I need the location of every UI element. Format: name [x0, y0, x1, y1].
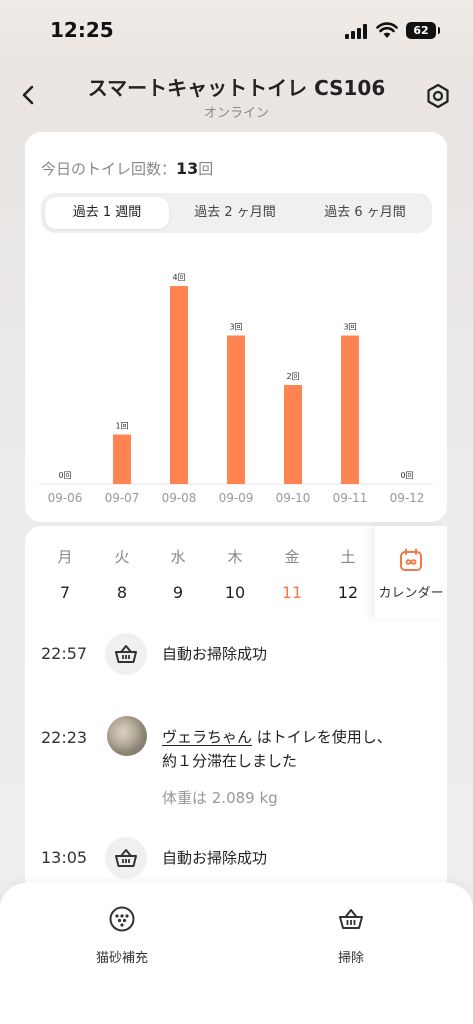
cat-name-link[interactable]: ヴェラちゃん [162, 728, 252, 746]
clean-label: 掃除 [337, 951, 364, 966]
tab-past-6-months[interactable]: 過去 6 ヶ月間 [302, 197, 428, 229]
log-text-line2: 約１分滞在しました [162, 752, 298, 770]
day-name: 火 [114, 548, 130, 566]
day-name: 水 [170, 548, 186, 566]
bar-data-label: 1回 [115, 422, 128, 431]
log-text: ヴェラちゃん はトイレを使用し、 約１分滞在しました [162, 725, 432, 773]
day-number: 12 [337, 583, 359, 602]
day-name: 月 [57, 548, 73, 566]
day-name: 土 [340, 548, 356, 566]
log-time: 22:57 [41, 644, 88, 663]
log-text: 自動お掃除成功 [162, 645, 268, 663]
chart-bar[interactable] [284, 385, 302, 484]
basket-icon [105, 633, 147, 675]
usage-bar-chart: 0回 09-06 1回 09-07 4回 09-08 3回 09-09 2回 09-10 3回 09-… [39, 273, 433, 505]
bar-data-label: 4回 [172, 273, 185, 282]
x-tick-label: 09-06 [48, 491, 83, 505]
x-tick-label: 09-12 [390, 491, 425, 505]
refill-litter-button[interactable]: 猫砂補充 [82, 905, 162, 966]
day-name: 金 [284, 548, 300, 566]
chart-bar[interactable] [170, 286, 188, 484]
day-sat[interactable]: 土 12 [328, 546, 368, 602]
chart-bar[interactable] [113, 434, 131, 485]
litter-refill-icon [109, 906, 135, 932]
x-tick-label: 09-08 [162, 491, 197, 505]
log-time: 22:23 [41, 728, 88, 747]
bar-data-label: 3回 [343, 323, 356, 332]
day-number: 7 [59, 583, 71, 602]
activity-card: 月 7 火 8 水 9 木 10 金 11 土 12 カレンダー 22:57 自… [25, 526, 447, 886]
today-count: 今日のトイレ回数：13回 [41, 158, 213, 179]
today-count-unit: 回 [198, 160, 214, 178]
nav-bar: スマートキャットトイレ CS106 オンライン [0, 62, 473, 126]
log-time: 13:05 [41, 848, 88, 867]
tab-past-2-months[interactable]: 過去 2 ヶ月間 [171, 197, 299, 229]
day-fri[interactable]: 金 11 [272, 546, 312, 602]
status-bar: 12:25 62 [0, 0, 473, 60]
day-tue[interactable]: 火 8 [102, 546, 142, 602]
x-tick-label: 09-11 [333, 491, 368, 505]
day-number: 9 [172, 583, 184, 602]
day-number-today: 11 [281, 583, 303, 602]
bottom-action-bar: 猫砂補充 掃除 [0, 883, 473, 1024]
cellular-signal-icon [345, 24, 369, 39]
tab-past-1-week[interactable]: 過去 1 週間 [45, 197, 169, 229]
today-count-label: 今日のトイレ回数： [41, 160, 177, 178]
battery-icon: 62 [406, 22, 440, 39]
day-thu[interactable]: 木 10 [215, 546, 255, 602]
day-mon[interactable]: 月 7 [45, 546, 85, 602]
calendar-label: カレンダー [378, 586, 444, 601]
bar-data-label: 3回 [229, 323, 242, 332]
day-number: 8 [116, 583, 128, 602]
chart-bar[interactable] [227, 335, 245, 485]
x-tick-label: 09-07 [105, 491, 140, 505]
log-text: 自動お掃除成功 [162, 849, 268, 867]
calendar-icon [400, 548, 422, 571]
day-wed[interactable]: 水 9 [158, 546, 198, 602]
log-text-tail: はトイレを使用し、 [252, 728, 392, 746]
x-tick-label: 09-10 [276, 491, 311, 505]
status-time: 12:25 [50, 18, 114, 42]
clean-button[interactable]: 掃除 [311, 905, 391, 966]
basket-icon [339, 909, 363, 929]
day-name: 木 [227, 548, 243, 566]
wifi-icon [376, 22, 398, 38]
bar-data-label: 2回 [286, 372, 299, 381]
today-count-value: 13 [176, 159, 199, 178]
cat-avatar[interactable] [107, 716, 147, 756]
day-number: 10 [224, 583, 246, 602]
cat-weight: 体重は 2.089 kg [162, 789, 278, 807]
bar-data-label: 0回 [400, 471, 413, 480]
settings-button[interactable] [424, 82, 452, 110]
bar-data-label: 0回 [58, 471, 71, 480]
refill-litter-label: 猫砂補充 [95, 951, 148, 966]
calendar-button[interactable]: カレンダー [375, 526, 447, 618]
basket-icon [105, 837, 147, 879]
page-title: スマートキャットトイレ CS106 [87, 76, 386, 100]
chart-bar[interactable] [341, 335, 359, 485]
device-status: オンライン [203, 106, 269, 121]
x-tick-label: 09-09 [219, 491, 254, 505]
period-segmented-control: 過去 1 週間 過去 2 ヶ月間 過去 6 ヶ月間 [41, 193, 432, 233]
usage-chart-card: 今日のトイレ回数：13回 過去 1 週間 過去 2 ヶ月間 過去 6 ヶ月間 0… [25, 132, 447, 522]
